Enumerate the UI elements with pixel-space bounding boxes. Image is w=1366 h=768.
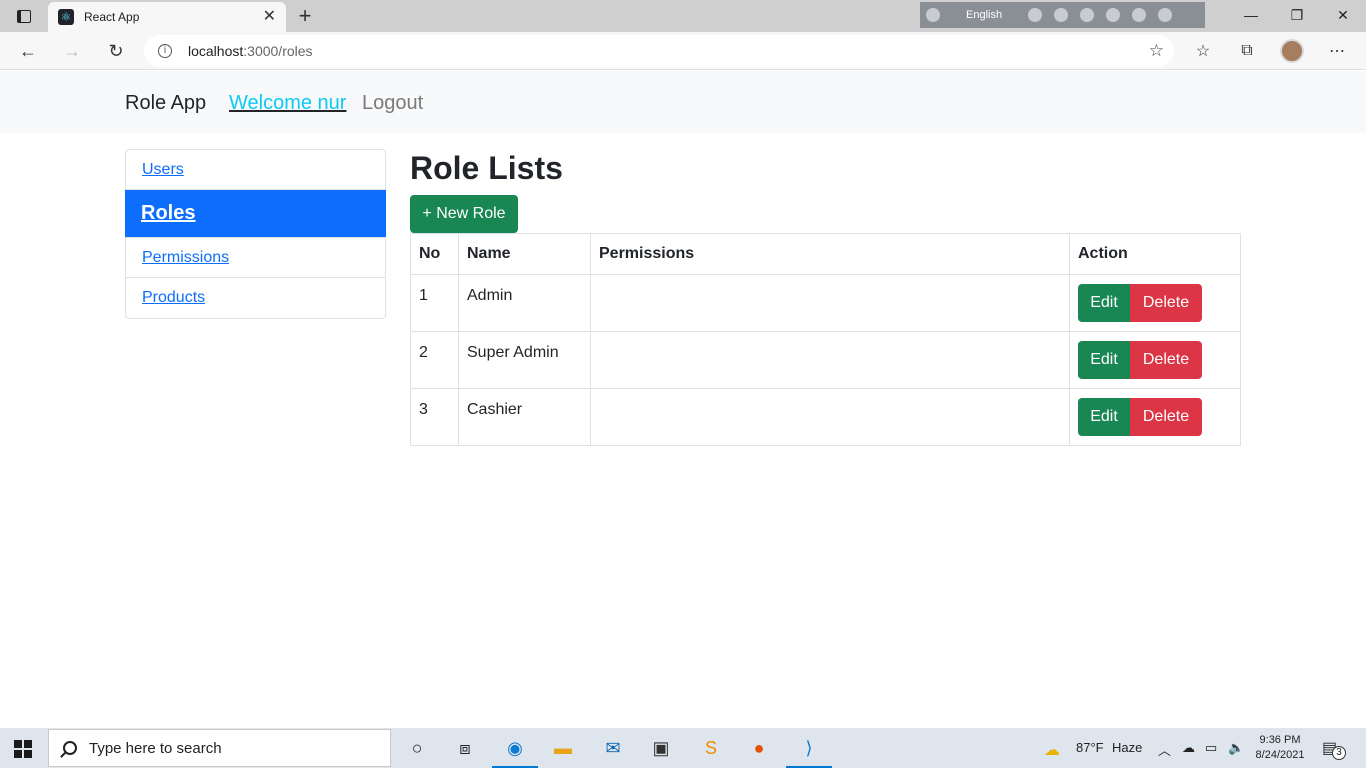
logout-link[interactable]: Logout	[362, 92, 423, 115]
table-row: 3 Cashier Edit Delete	[410, 388, 1241, 446]
table-row: 2 Super Admin Edit Delete	[410, 331, 1241, 389]
network-icon[interactable]: ▭	[1205, 740, 1217, 756]
sidebar-item-roles[interactable]: Roles	[125, 190, 386, 238]
tab-title: React App	[84, 10, 140, 24]
vscode-icon[interactable]: ⟩	[786, 733, 832, 768]
tab-actions-icon[interactable]	[8, 6, 40, 26]
more-menu-icon[interactable]: ⋯	[1324, 38, 1350, 64]
react-favicon-icon: ⚛	[58, 9, 74, 25]
favorites-icon[interactable]: ☆	[1190, 38, 1216, 64]
cell-name: Cashier	[458, 388, 591, 446]
forward-icon[interactable]: →	[58, 37, 86, 65]
cell-permissions	[590, 274, 1070, 332]
minimize-icon[interactable]: —	[1228, 0, 1274, 30]
cell-action: Edit Delete	[1069, 274, 1241, 332]
delete-button[interactable]: Delete	[1130, 341, 1202, 379]
search-icon	[63, 741, 77, 755]
edit-button[interactable]: Edit	[1078, 398, 1130, 436]
column-header-no: No	[410, 233, 459, 275]
file-explorer-icon[interactable]: ▬	[548, 733, 578, 763]
cell-no: 2	[410, 331, 459, 389]
brand-link[interactable]: Role App	[125, 92, 206, 115]
delete-button[interactable]: Delete	[1130, 284, 1202, 322]
cell-name: Admin	[458, 274, 591, 332]
close-window-icon[interactable]: ✕	[1320, 0, 1366, 30]
language-bar-icon[interactable]	[926, 8, 940, 22]
sidebar-item-users[interactable]: Users	[126, 150, 385, 190]
firefox-icon[interactable]: ●	[744, 733, 774, 763]
clock-date: 8/24/2021	[1255, 749, 1305, 761]
column-header-permissions: Permissions	[590, 233, 1070, 275]
sidebar-item-permissions[interactable]: Permissions	[126, 238, 385, 278]
page-title: Role Lists	[410, 150, 563, 186]
weather-temperature[interactable]: 87°F	[1076, 740, 1104, 755]
url-path: :3000/roles	[243, 43, 313, 59]
onedrive-icon[interactable]: ☁	[1182, 740, 1195, 756]
language-toolbar: English	[920, 2, 1205, 28]
volume-icon[interactable]: 🔈	[1228, 740, 1244, 756]
table-header-row: No Name Permissions Action	[410, 233, 1241, 275]
edit-icon[interactable]	[1106, 8, 1121, 22]
cell-no: 3	[410, 388, 459, 446]
info-icon[interactable]	[1158, 8, 1173, 22]
collections-icon[interactable]: ⧉	[1234, 38, 1260, 64]
add-favorite-icon[interactable]: ☆	[1149, 41, 1164, 61]
url-input[interactable]: i localhost:3000/roles ☆	[144, 35, 1174, 67]
sublime-text-icon[interactable]: S	[696, 733, 726, 763]
app-navbar: Role App Welcome nur Logout	[0, 71, 1366, 133]
restore-icon[interactable]: ❐	[1274, 0, 1320, 30]
task-view-icon[interactable]: ⧈	[450, 733, 480, 763]
cell-action: Edit Delete	[1069, 388, 1241, 446]
sidebar-item-products[interactable]: Products	[126, 278, 385, 318]
sidebar-menu: Users Roles Permissions Products	[125, 149, 386, 319]
address-bar-row: ← → ↻ i localhost:3000/roles ☆ ☆ ⧉ ⋯	[0, 32, 1366, 70]
edit-button[interactable]: Edit	[1078, 341, 1130, 379]
new-tab-icon[interactable]: +	[294, 4, 316, 28]
cell-action: Edit Delete	[1069, 331, 1241, 389]
show-hidden-icons-icon[interactable]: ︿	[1158, 740, 1171, 759]
taskbar-search-input[interactable]: Type here to search	[48, 729, 391, 767]
weather-description[interactable]: Haze	[1112, 740, 1142, 755]
notification-badge: 3	[1332, 746, 1346, 760]
edge-browser-icon[interactable]: ◉	[492, 733, 538, 768]
cell-permissions	[590, 388, 1070, 446]
notification-icon[interactable]: ▤ 3	[1322, 738, 1346, 760]
cell-permissions	[590, 331, 1070, 389]
mail-icon[interactable]: ✉	[598, 733, 628, 763]
welcome-user-link[interactable]: Welcome nur	[229, 92, 346, 115]
taskbar-clock[interactable]: 9:36 PM 8/24/2021	[1252, 733, 1308, 763]
roles-table: No Name Permissions Action 1 Admin Edit D…	[410, 233, 1241, 446]
refresh-icon[interactable]: ↻	[102, 37, 130, 65]
taskbar-search-placeholder: Type here to search	[89, 739, 222, 757]
browser-tab[interactable]: ⚛ React App ✕	[48, 2, 286, 32]
ime-icon[interactable]	[1028, 8, 1043, 22]
ime-mode-icon[interactable]	[1054, 8, 1069, 22]
cell-name: Super Admin	[458, 331, 591, 389]
store-icon[interactable]: ▣	[646, 733, 676, 763]
edit-button[interactable]: Edit	[1078, 284, 1130, 322]
column-header-action: Action	[1069, 233, 1241, 275]
help-icon[interactable]	[1132, 8, 1147, 22]
weather-icon[interactable]: ☁	[1044, 740, 1060, 760]
table-row: 1 Admin Edit Delete	[410, 274, 1241, 332]
url-host: localhost	[188, 43, 244, 59]
column-header-name: Name	[458, 233, 591, 275]
cortana-icon[interactable]: ○	[402, 733, 432, 763]
new-role-button[interactable]: + New Role	[410, 195, 518, 233]
browser-tabstrip: ⚛ React App ✕ + English — ❐ ✕	[0, 0, 1366, 32]
windows-start-icon[interactable]	[14, 740, 32, 758]
language-indicator[interactable]: English	[966, 9, 1002, 21]
site-info-icon[interactable]: i	[158, 44, 172, 58]
windows-taskbar: Type here to search ○ ⧈ ◉ ▬ ✉ ▣ S ● ⟩ ☁ …	[0, 728, 1366, 768]
back-icon[interactable]: ←	[14, 37, 42, 65]
profile-avatar[interactable]	[1280, 39, 1304, 63]
settings-icon[interactable]	[1080, 8, 1095, 22]
delete-button[interactable]: Delete	[1130, 398, 1202, 436]
clock-time: 9:36 PM	[1259, 734, 1301, 746]
cell-no: 1	[410, 274, 459, 332]
close-tab-icon[interactable]: ✕	[263, 8, 276, 26]
